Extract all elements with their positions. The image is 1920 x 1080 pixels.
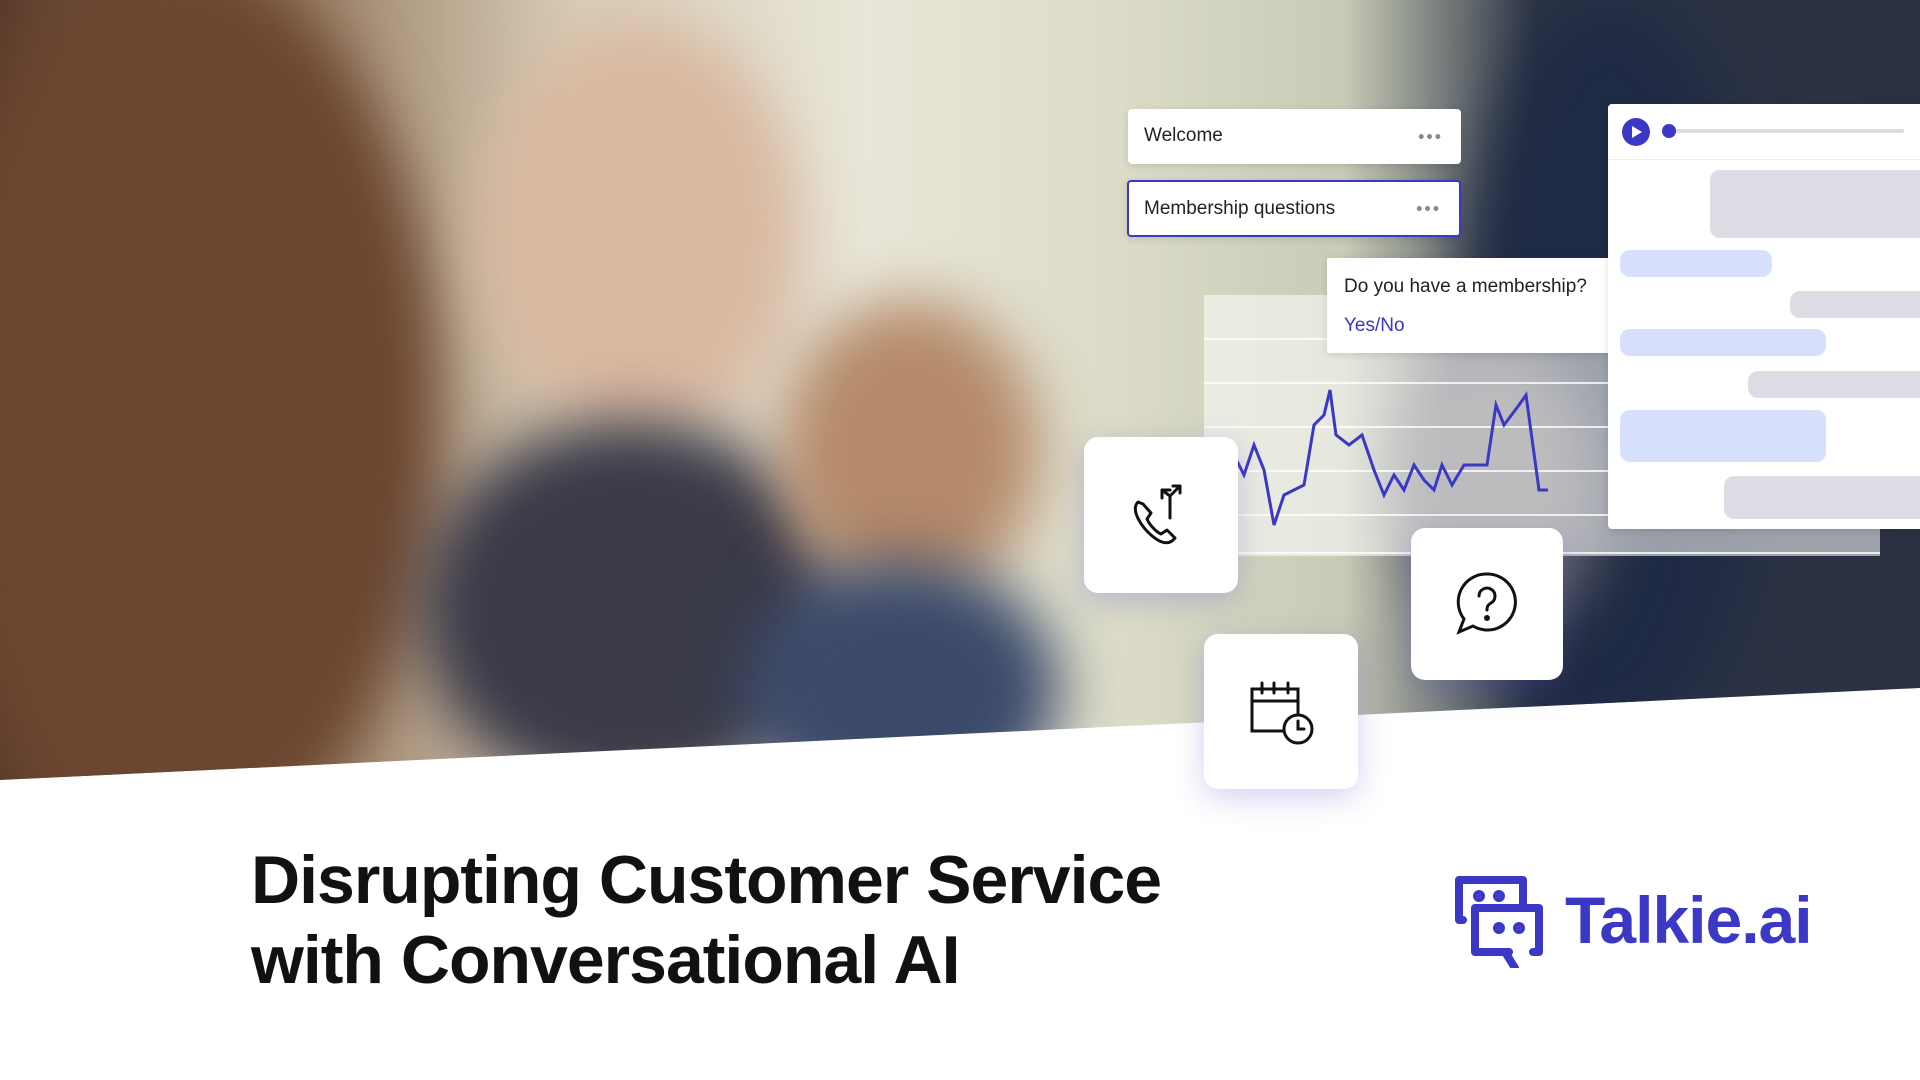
- flow-card-welcome[interactable]: Welcome •••: [1128, 109, 1461, 164]
- question-text: Do you have a membership?: [1344, 276, 1587, 297]
- headline-line-1: Disrupting Customer Service: [251, 842, 1162, 918]
- chat-bubble-bot: [1790, 291, 1920, 318]
- call-transfer-tile[interactable]: [1084, 437, 1238, 593]
- chat-bubble-bot: [1748, 371, 1920, 398]
- talkie-logo[interactable]: Talkie.ai: [1449, 872, 1813, 968]
- flow-card-label: Membership questions: [1144, 198, 1336, 219]
- chat-bubble-bot: [1724, 476, 1920, 519]
- audio-player: [1608, 104, 1920, 160]
- faq-tile[interactable]: [1411, 528, 1563, 680]
- audio-progress-slider[interactable]: [1662, 124, 1904, 138]
- chat-bubble-user: [1620, 410, 1826, 462]
- calendar-clock-icon: [1250, 681, 1314, 744]
- headline-line-2: with Conversational AI: [251, 922, 960, 998]
- chat-panel: [1608, 104, 1920, 529]
- phone-transfer-icon: [1133, 484, 1182, 545]
- chat-bubble-user: [1620, 329, 1826, 356]
- flow-card-label: Welcome: [1144, 125, 1223, 146]
- chat-bubble-user: [1620, 250, 1772, 277]
- question-bubble-icon: [1456, 572, 1517, 635]
- play-icon[interactable]: [1622, 118, 1650, 146]
- flow-card-membership[interactable]: Membership questions •••: [1127, 180, 1461, 237]
- more-options-icon[interactable]: •••: [1418, 126, 1443, 147]
- more-options-icon[interactable]: •••: [1416, 198, 1441, 219]
- logo-text: Talkie.ai: [1565, 883, 1813, 957]
- question-card: Do you have a membership? Yes/No: [1327, 258, 1617, 353]
- answer-options[interactable]: Yes/No: [1344, 315, 1405, 337]
- chat-bubble-bot: [1710, 170, 1920, 238]
- headline: Disrupting Customer Service with Convers…: [251, 840, 1162, 1000]
- chat-bubbles-logo-icon: [1455, 876, 1543, 968]
- scheduling-tile[interactable]: [1204, 634, 1358, 789]
